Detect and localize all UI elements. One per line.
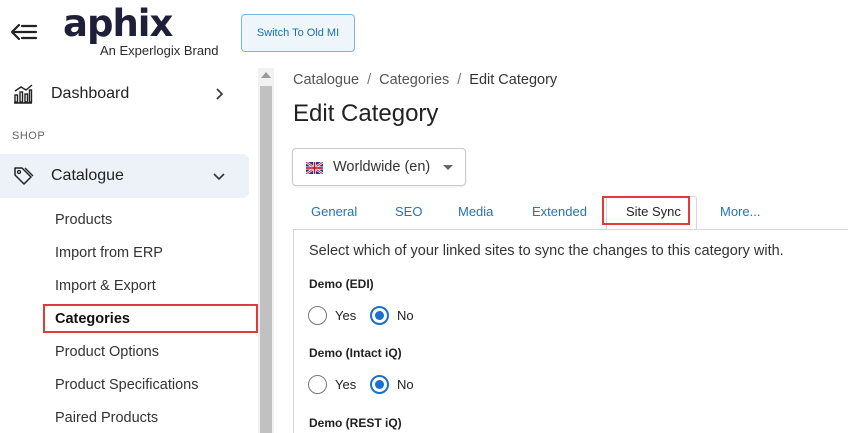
radio-no[interactable] (370, 375, 389, 394)
highlight-box-site-sync (602, 196, 690, 225)
sidebar-item-label: Dashboard (51, 85, 130, 102)
scroll-thumb[interactable] (260, 86, 272, 433)
dashboard-icon (12, 83, 34, 105)
radio-yes-label: Yes (335, 308, 357, 323)
language-select-value: Worldwide (en) (333, 159, 431, 175)
sidebar-item-catalogue[interactable]: Catalogue (0, 154, 249, 198)
language-select[interactable]: Worldwide (en) (292, 148, 466, 186)
breadcrumb-link-categories[interactable]: Categories (379, 72, 449, 88)
breadcrumb-current: Edit Category (469, 72, 558, 88)
tab-general[interactable]: General (311, 204, 357, 219)
sidebar-subitem-product-options[interactable]: Product Options (55, 344, 159, 360)
radio-no-label: No (397, 308, 414, 323)
scroll-up-arrow-icon[interactable] (261, 72, 271, 78)
breadcrumb-separator: / (367, 72, 372, 88)
tab-seo[interactable]: SEO (395, 204, 422, 219)
site-sync-intro: Select which of your linked sites to syn… (309, 243, 784, 259)
radio-yes[interactable] (308, 306, 327, 325)
app-header: aphix An Experlogix Brand Switch To Old … (0, 0, 848, 68)
chevron-down-icon (212, 169, 226, 183)
site-label-demo-edi: Demo (EDI) (309, 277, 374, 291)
tab-media[interactable]: Media (458, 204, 493, 219)
logo-tagline: An Experlogix Brand (100, 43, 219, 58)
radio-yes[interactable] (308, 375, 327, 394)
section-label-shop: SHOP (12, 130, 46, 142)
breadcrumb: Catalogue / Categories / Edit Category (293, 72, 557, 88)
sidebar: Dashboard SHOP Catalogue Products Import… (0, 68, 258, 433)
tab-more[interactable]: More... (720, 204, 760, 219)
sidebar-subitem-import-export[interactable]: Import & Export (55, 278, 156, 294)
tags-icon (12, 165, 34, 187)
radio-no[interactable] (370, 306, 389, 325)
breadcrumb-separator: / (457, 72, 462, 88)
caret-down-icon (443, 165, 453, 170)
aphix-logo[interactable]: aphix An Experlogix Brand (63, 2, 233, 60)
radio-yes-label: Yes (335, 377, 357, 392)
sidebar-subitem-paired-products[interactable]: Paired Products (55, 410, 158, 426)
sidebar-item-label: Catalogue (51, 167, 124, 184)
site-label-demo-intact-iq: Demo (Intact iQ) (309, 346, 402, 360)
logo-wordmark: aphix (63, 2, 173, 45)
collapse-menu-icon[interactable] (10, 20, 38, 44)
sidebar-subitem-products[interactable]: Products (55, 212, 112, 228)
sidebar-subitem-import-from-erp[interactable]: Import from ERP (55, 245, 163, 261)
sidebar-subitem-product-specifications[interactable]: Product Specifications (55, 377, 198, 393)
site-sync-panel: Select which of your linked sites to syn… (293, 229, 848, 433)
switch-to-old-mi-button[interactable]: Switch To Old MI (241, 14, 355, 52)
uk-flag-icon (305, 161, 324, 175)
chevron-right-icon (212, 87, 226, 101)
radio-no-label: No (397, 377, 414, 392)
sidebar-scrollbar[interactable] (258, 68, 274, 433)
tab-bar: General SEO Media Extended Site Sync Mor… (293, 194, 848, 232)
tab-extended[interactable]: Extended (532, 204, 587, 219)
site-label-demo-rest-iq: Demo (REST iQ) (309, 416, 402, 430)
sidebar-item-dashboard[interactable]: Dashboard (0, 72, 249, 116)
breadcrumb-link-catalogue[interactable]: Catalogue (293, 72, 359, 88)
highlight-box-categories (43, 304, 258, 333)
page-title: Edit Category (293, 100, 439, 127)
